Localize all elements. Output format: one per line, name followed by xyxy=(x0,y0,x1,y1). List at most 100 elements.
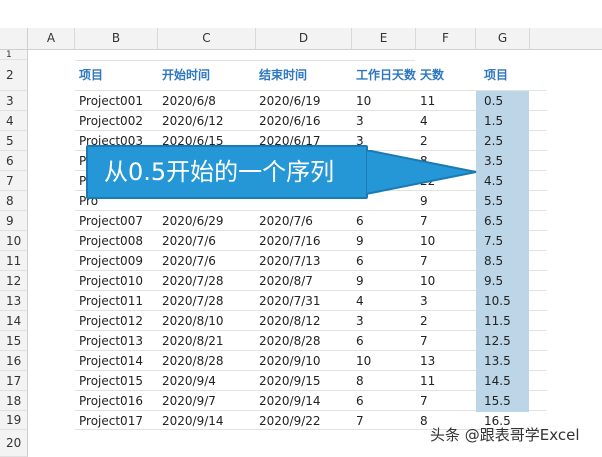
column-header-g[interactable]: G xyxy=(476,28,530,50)
data-cell[interactable]: 8.5 xyxy=(484,251,503,270)
project-cell[interactable]: Project007 xyxy=(79,211,143,230)
data-cell[interactable]: 3.5 xyxy=(484,151,503,170)
column-header-d[interactable]: D xyxy=(256,28,352,50)
data-cell[interactable]: 2020/7/6 xyxy=(162,231,216,250)
row-header-19[interactable]: 19 xyxy=(0,411,28,430)
project-cell[interactable]: Project001 xyxy=(79,91,143,110)
row-header-14[interactable]: 14 xyxy=(0,311,28,331)
data-cell[interactable]: 6 xyxy=(356,211,364,230)
project-cell[interactable]: Project002 xyxy=(79,111,143,130)
row-header-5[interactable]: 5 xyxy=(0,131,28,151)
row-header-16[interactable]: 16 xyxy=(0,351,28,371)
data-cell[interactable]: 2020/9/14 xyxy=(259,391,321,410)
select-all-corner[interactable] xyxy=(0,28,28,50)
project-cell[interactable]: Project008 xyxy=(79,231,143,250)
data-cell[interactable]: 5.5 xyxy=(484,191,503,210)
data-cell[interactable]: 6 xyxy=(356,331,364,350)
data-cell[interactable]: 4 xyxy=(420,111,428,130)
data-cell[interactable]: 2020/8/28 xyxy=(259,331,321,350)
header-cell[interactable]: 工作日天数 xyxy=(356,65,416,84)
data-cell[interactable]: 2020/7/16 xyxy=(259,231,321,250)
data-cell[interactable]: 10 xyxy=(420,271,435,290)
data-cell[interactable]: 2020/6/8 xyxy=(162,91,216,110)
data-cell[interactable]: 2.5 xyxy=(484,131,503,150)
header-cell[interactable]: 项目 xyxy=(79,65,103,84)
data-cell[interactable]: 2020/6/12 xyxy=(162,111,224,130)
data-cell[interactable]: 2020/9/22 xyxy=(259,411,321,430)
header-cell[interactable]: 开始时间 xyxy=(162,65,210,84)
data-cell[interactable]: 2020/7/6 xyxy=(259,211,313,230)
data-cell[interactable]: 2020/9/4 xyxy=(162,371,216,390)
row-header-15[interactable]: 15 xyxy=(0,331,28,351)
data-cell[interactable]: 10 xyxy=(356,351,371,370)
row-header-10[interactable]: 10 xyxy=(0,231,28,251)
header-cell[interactable]: 项目 xyxy=(484,65,508,84)
data-cell[interactable]: 7 xyxy=(356,411,364,430)
data-cell[interactable]: 2020/8/7 xyxy=(259,271,313,290)
data-cell[interactable]: 2020/7/28 xyxy=(162,271,224,290)
data-cell[interactable]: 6.5 xyxy=(484,211,503,230)
data-cell[interactable]: 2020/6/19 xyxy=(259,91,321,110)
data-cell[interactable]: 7 xyxy=(420,331,428,350)
data-cell[interactable]: 2020/9/14 xyxy=(162,411,224,430)
data-cell[interactable]: 7 xyxy=(420,391,428,410)
header-cell[interactable]: 结束时间 xyxy=(259,65,307,84)
project-cell[interactable]: Project017 xyxy=(79,411,143,430)
data-cell[interactable]: 2020/6/29 xyxy=(162,211,224,230)
data-cell[interactable]: 10.5 xyxy=(484,291,511,310)
data-cell[interactable]: 3 xyxy=(356,111,364,130)
data-cell[interactable]: 14.5 xyxy=(484,371,511,390)
row-header-9[interactable]: 9 xyxy=(0,211,28,231)
data-cell[interactable]: 7 xyxy=(420,251,428,270)
data-cell[interactable]: 2020/8/28 xyxy=(162,351,224,370)
data-cell[interactable]: 13.5 xyxy=(484,351,511,370)
row-header-11[interactable]: 11 xyxy=(0,251,28,271)
row-header-8[interactable]: 8 xyxy=(0,191,28,211)
data-cell[interactable]: 3 xyxy=(420,291,428,310)
row-header-18[interactable]: 18 xyxy=(0,391,28,411)
data-cell[interactable]: 2020/6/16 xyxy=(259,111,321,130)
data-cell[interactable]: 2020/8/21 xyxy=(162,331,224,350)
data-cell[interactable]: 3 xyxy=(356,311,364,330)
column-header-f[interactable]: F xyxy=(416,28,476,50)
data-cell[interactable]: 2020/7/31 xyxy=(259,291,321,310)
project-cell[interactable]: Project010 xyxy=(79,271,143,290)
row-header-2[interactable]: 2 xyxy=(0,60,28,91)
data-cell[interactable]: 7.5 xyxy=(484,231,503,250)
data-cell[interactable]: 1.5 xyxy=(484,111,503,130)
project-cell[interactable]: Project013 xyxy=(79,331,143,350)
row-header-4[interactable]: 4 xyxy=(0,111,28,131)
header-cell[interactable]: 天数 xyxy=(420,65,444,84)
data-cell[interactable]: 2 xyxy=(420,131,428,150)
data-cell[interactable]: 6 xyxy=(356,391,364,410)
row-header-12[interactable]: 12 xyxy=(0,271,28,291)
project-cell[interactable]: Project011 xyxy=(79,291,143,310)
data-cell[interactable]: 2020/9/10 xyxy=(259,351,321,370)
column-header-b[interactable]: B xyxy=(75,28,158,50)
data-cell[interactable]: 2020/7/6 xyxy=(162,251,216,270)
data-cell[interactable]: 8 xyxy=(420,411,428,430)
row-header-7[interactable]: 7 xyxy=(0,171,28,191)
data-cell[interactable]: 10 xyxy=(356,91,371,110)
data-cell[interactable]: 9 xyxy=(356,231,364,250)
data-cell[interactable]: 2020/7/28 xyxy=(162,291,224,310)
column-header-e[interactable]: E xyxy=(352,28,416,50)
data-cell[interactable]: 4.5 xyxy=(484,171,503,190)
data-cell[interactable]: 2020/8/10 xyxy=(162,311,224,330)
data-cell[interactable]: 2020/9/7 xyxy=(162,391,216,410)
row-header-13[interactable]: 13 xyxy=(0,291,28,311)
data-cell[interactable]: 6 xyxy=(356,251,364,270)
data-cell[interactable]: 9 xyxy=(356,271,364,290)
data-cell[interactable]: 11.5 xyxy=(484,311,511,330)
data-cell[interactable]: 2020/8/12 xyxy=(259,311,321,330)
data-cell[interactable]: 10 xyxy=(420,231,435,250)
data-cell[interactable]: 12.5 xyxy=(484,331,511,350)
project-cell[interactable]: Project016 xyxy=(79,391,143,410)
data-cell[interactable]: 4 xyxy=(356,291,364,310)
row-header-1[interactable]: 1 xyxy=(0,50,28,60)
data-cell[interactable]: 2020/9/15 xyxy=(259,371,321,390)
row-header-3[interactable]: 3 xyxy=(0,91,28,111)
data-cell[interactable]: 11 xyxy=(420,91,435,110)
row-header-6[interactable]: 6 xyxy=(0,151,28,171)
column-header-c[interactable]: C xyxy=(158,28,256,50)
